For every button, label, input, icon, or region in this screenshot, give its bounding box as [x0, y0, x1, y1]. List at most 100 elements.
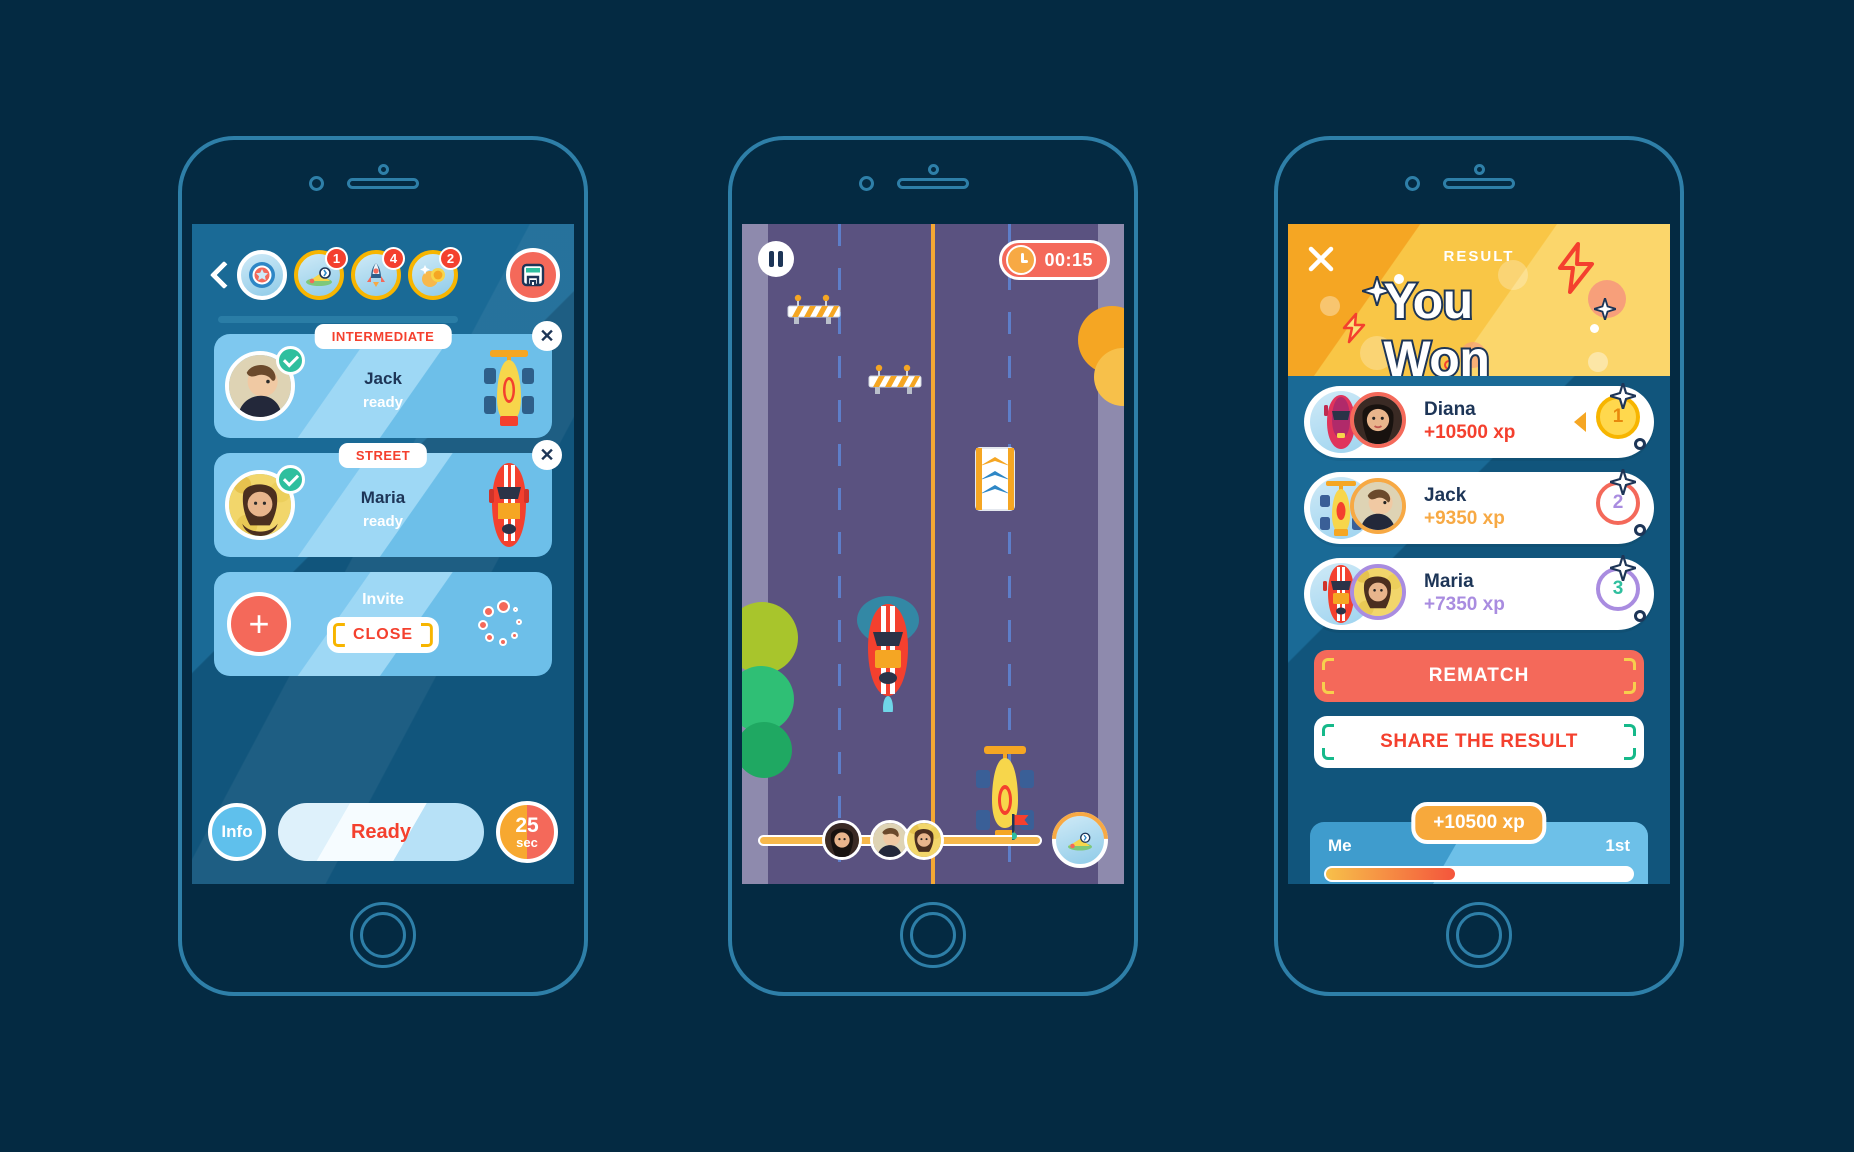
result-label: RESULT — [1443, 248, 1515, 265]
close-invite-button[interactable]: CLOSE — [326, 617, 440, 653]
corner-decor — [1624, 658, 1636, 670]
my-xp-bar: +10500 xp Me 1st — [1310, 802, 1648, 884]
road-verge-left — [742, 224, 768, 884]
result-name: Diana — [1424, 399, 1476, 421]
car-street-red-icon — [480, 459, 538, 551]
invite-card[interactable]: + Invite CLOSE — [214, 572, 552, 676]
player-name: Jack — [364, 369, 402, 388]
car-formula-yellow-icon — [480, 340, 538, 432]
result-screen: RESULT You Won Diana +10500 xp 1 Jack +9… — [1288, 224, 1670, 884]
dot-decor — [1590, 324, 1599, 333]
close-invite-label: CLOSE — [352, 626, 414, 643]
token-rocket[interactable]: 4 — [351, 247, 405, 300]
token-badge: 1 — [325, 247, 348, 270]
medal-pin-icon — [1634, 610, 1646, 622]
me-label: Me — [1328, 836, 1352, 855]
front-sensor-icon — [928, 164, 939, 175]
chevron-left-icon[interactable] — [206, 260, 230, 290]
road-barrier-icon — [867, 364, 929, 394]
home-button[interactable] — [350, 902, 416, 968]
finish-flag-icon — [1012, 814, 1032, 840]
player-tag: STREET — [338, 443, 428, 468]
lobby-footer: Info Ready 25 sec — [192, 796, 574, 868]
xp-progress-track — [1324, 866, 1634, 882]
corner-decor — [1624, 724, 1636, 736]
phone-race: 00:15 — [728, 136, 1138, 996]
ready-check-icon — [276, 465, 305, 494]
token-racing-flag[interactable]: 1 — [294, 247, 348, 300]
phone-result: RESULT You Won Diana +10500 xp 1 Jack +9… — [1274, 136, 1684, 996]
race-timer: 00:15 — [999, 240, 1110, 280]
corner-decor — [1624, 748, 1636, 760]
pause-icon[interactable] — [758, 241, 794, 277]
player-card-maria[interactable]: STREET Maria ready ✕ — [214, 440, 562, 557]
player-card-jack[interactable]: INTERMEDIATE Jack ready ✕ — [214, 321, 562, 438]
avatar — [1350, 478, 1406, 534]
medal-pin-icon — [1634, 524, 1646, 536]
corner-decor — [1322, 658, 1334, 670]
result-row-diana[interactable]: Diana +10500 xp 1 — [1304, 383, 1654, 458]
front-camera-icon — [1405, 176, 1420, 191]
road-chevron-sign-icon — [974, 446, 1016, 512]
corner-decor — [421, 623, 434, 635]
avatar — [1350, 564, 1406, 620]
clock-icon — [1006, 245, 1037, 275]
racing-flag-badge-icon[interactable] — [1052, 812, 1108, 868]
corner-decor — [1322, 682, 1334, 694]
ready-check-icon — [276, 346, 305, 375]
result-row-text: Diana +10500 xp — [1424, 399, 1515, 445]
result-leaderboard: Diana +10500 xp 1 Jack +9350 xp 2 Maria … — [1304, 383, 1654, 644]
player-name: Maria — [360, 488, 406, 507]
token-coins[interactable]: 2 — [408, 247, 462, 300]
progress-avatar-diana — [822, 820, 862, 860]
road-center-line — [931, 224, 935, 884]
front-sensor-icon — [1474, 164, 1485, 175]
close-icon[interactable] — [1308, 246, 1334, 272]
corner-decor — [332, 623, 345, 635]
player-status: ready — [362, 513, 404, 530]
sparkle-icon — [1610, 555, 1636, 581]
share-result-button[interactable]: SHARE THE RESULT — [1314, 716, 1644, 768]
timer-value: 25 — [515, 814, 539, 837]
phone-lobby: 1 4 2 INTERMEDIATE Jack ready ✕ STREET M… — [178, 136, 588, 996]
result-xp: +10500 xp — [1424, 422, 1516, 443]
circle-decor — [1588, 352, 1608, 372]
place-label: 1st — [1605, 836, 1630, 855]
corner-decor — [1322, 748, 1334, 760]
result-row-jack[interactable]: Jack +9350 xp 2 — [1304, 469, 1654, 544]
result-row-maria[interactable]: Maria +7350 xp 3 — [1304, 555, 1654, 630]
result-name: Maria — [1424, 571, 1474, 593]
earpiece-speaker — [347, 178, 419, 189]
token-shield-star[interactable] — [237, 250, 287, 300]
player-tag: INTERMEDIATE — [314, 324, 452, 349]
race-screen: 00:15 — [742, 224, 1124, 884]
front-sensor-icon — [378, 164, 389, 175]
result-header: RESULT You Won — [1288, 224, 1670, 376]
front-camera-icon — [859, 176, 874, 191]
leader-arrow-icon — [1574, 412, 1586, 432]
invite-title: Invite — [362, 591, 404, 608]
result-row-text: Maria +7350 xp — [1424, 571, 1505, 617]
rematch-button[interactable]: REMATCH — [1314, 650, 1644, 702]
home-button[interactable] — [1446, 902, 1512, 968]
sparkle-icon — [1610, 383, 1636, 409]
lobby-screen: 1 4 2 INTERMEDIATE Jack ready ✕ STREET M… — [192, 224, 574, 884]
lightning-bolt-icon — [1340, 312, 1368, 344]
info-button[interactable]: Info — [208, 803, 266, 861]
token-badge: 4 — [382, 247, 405, 270]
road-barrier-icon — [786, 294, 848, 324]
share-result-label: SHARE THE RESULT — [1380, 731, 1578, 752]
result-xp: +7350 xp — [1424, 594, 1505, 615]
race-progress-bar — [758, 812, 1108, 868]
lobby-topbar: 1 4 2 — [192, 238, 574, 312]
ready-button[interactable]: Ready — [278, 803, 484, 861]
home-button[interactable] — [900, 902, 966, 968]
corner-decor — [1322, 724, 1334, 736]
timer-unit: sec — [516, 835, 538, 850]
garage-shop-icon[interactable] — [506, 248, 560, 302]
rematch-label: REMATCH — [1428, 665, 1530, 686]
progress-avatar-maria — [904, 820, 944, 860]
front-camera-icon — [309, 176, 324, 191]
countdown-timer[interactable]: 25 sec — [496, 801, 558, 863]
add-player-button[interactable]: + — [227, 592, 291, 656]
